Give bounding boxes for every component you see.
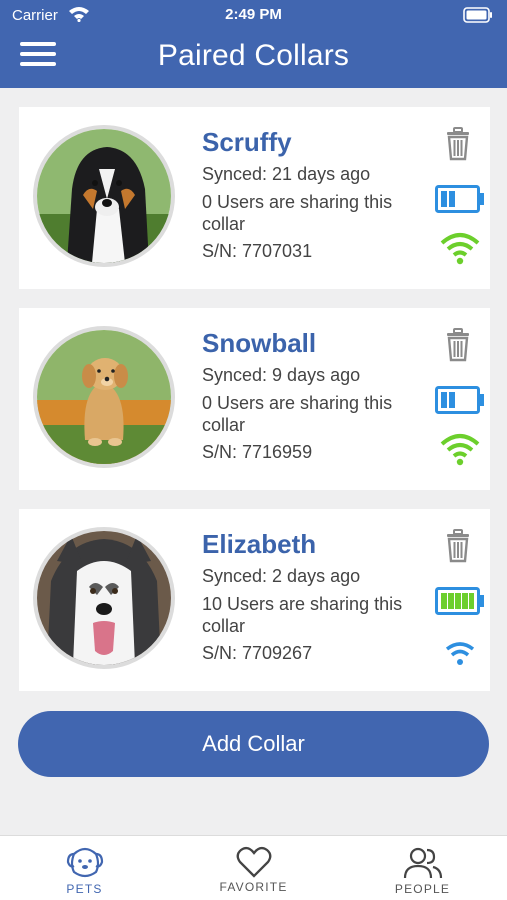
pet-name: Scruffy bbox=[202, 127, 292, 157]
pet-avatar bbox=[33, 527, 175, 669]
status-bar: Carrier 2:49 PM bbox=[0, 0, 507, 30]
trash-icon[interactable] bbox=[445, 529, 471, 568]
synced-text: Synced: 2 days ago bbox=[202, 566, 361, 586]
collar-card[interactable]: Snowball Synced: 9 days ago 0 Users are … bbox=[19, 308, 490, 490]
app-header: Carrier 2:49 PM Paired Collars bbox=[0, 0, 507, 88]
pet-avatar bbox=[33, 125, 175, 267]
pet-name: Elizabeth bbox=[202, 529, 317, 559]
status-time: 2:49 PM bbox=[225, 6, 282, 23]
page-title: Paired Collars bbox=[157, 39, 350, 72]
collar-battery-icon bbox=[435, 386, 485, 419]
pet-name: Snowball bbox=[202, 328, 317, 358]
sharing-text: 0 Users are sharing this collar bbox=[202, 393, 393, 435]
device-battery-icon bbox=[463, 7, 493, 27]
tab-favorite[interactable]: FAVORITE bbox=[169, 836, 338, 900]
tab-label: PEOPLE bbox=[394, 882, 451, 896]
synced-text: Synced: 21 days ago bbox=[202, 164, 371, 184]
serial-number: S/N: 7716959 bbox=[202, 442, 313, 462]
serial-number: S/N: 7707031 bbox=[202, 241, 313, 261]
tab-bar: PETS FAVORITE PEOPLE bbox=[0, 835, 507, 900]
synced-text: Synced: 9 days ago bbox=[202, 365, 361, 385]
serial-number: S/N: 7709267 bbox=[202, 643, 313, 663]
tab-label: PETS bbox=[66, 882, 103, 896]
trash-icon[interactable] bbox=[445, 328, 471, 367]
sharing-text: 10 Users are sharing this collar bbox=[202, 594, 403, 636]
tab-people[interactable]: PEOPLE bbox=[338, 836, 507, 900]
tab-label: FAVORITE bbox=[219, 880, 288, 894]
sharing-text: 0 Users are sharing this collar bbox=[202, 192, 393, 234]
signal-strength-icon bbox=[440, 231, 480, 270]
collar-battery-icon bbox=[435, 587, 485, 620]
trash-icon[interactable] bbox=[445, 127, 471, 166]
people-icon bbox=[403, 847, 442, 879]
dog-face-icon bbox=[66, 847, 103, 878]
collar-card[interactable]: Elizabeth Synced: 2 days ago 10 Users ar… bbox=[19, 509, 490, 691]
pet-avatar bbox=[33, 326, 175, 468]
tab-pets[interactable]: PETS bbox=[0, 836, 169, 900]
heart-icon bbox=[236, 846, 271, 878]
collar-list: Scruffy Synced: 21 days ago 0 Users are … bbox=[19, 107, 490, 710]
signal-strength-icon bbox=[440, 633, 480, 672]
signal-strength-icon bbox=[440, 432, 480, 471]
collar-battery-icon bbox=[435, 185, 485, 218]
add-collar-button[interactable]: Add Collar bbox=[18, 711, 489, 777]
collar-card[interactable]: Scruffy Synced: 21 days ago 0 Users are … bbox=[19, 107, 490, 289]
